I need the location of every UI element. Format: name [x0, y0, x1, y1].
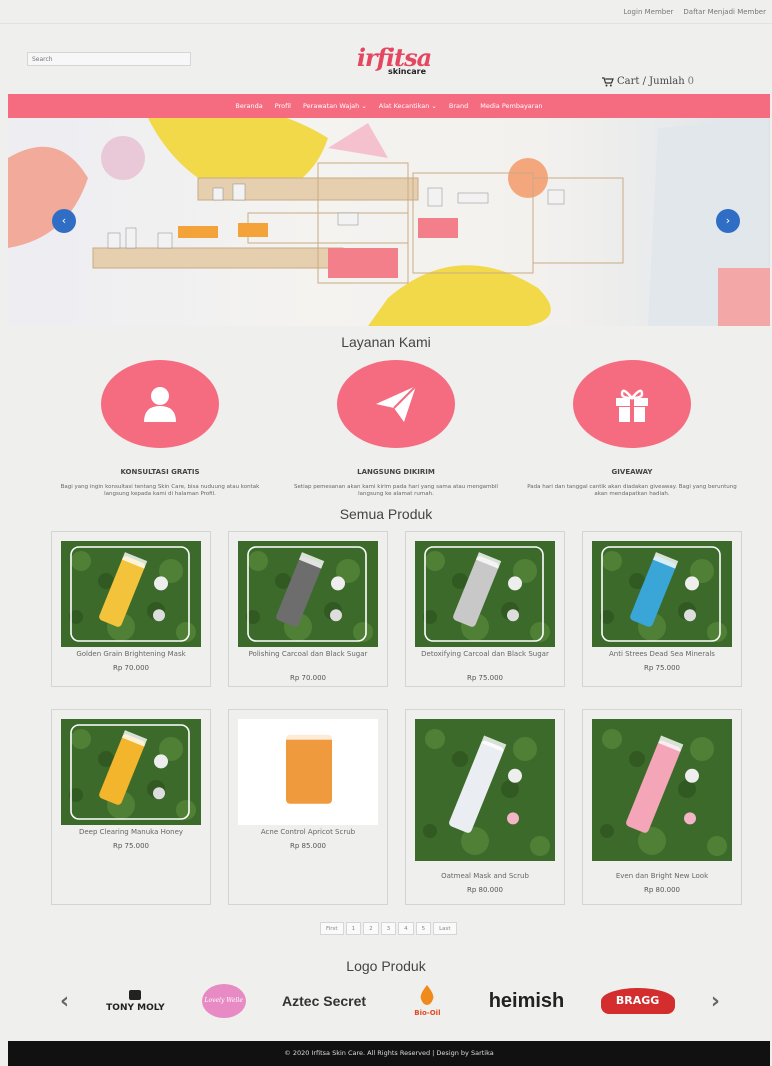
product-card[interactable]: Detoxifying Carcoal dan Black Sugar Rp 75…: [405, 531, 565, 687]
product-image[interactable]: [61, 719, 201, 825]
nav-item-media-pembayaran[interactable]: Media Pembayaran: [480, 102, 542, 110]
product-card[interactable]: Acne Control Apricot Scrub Rp 85.000: [228, 709, 388, 905]
service-circle: [573, 360, 691, 448]
brand-logo-bragg[interactable]: BRAGG: [600, 988, 675, 1014]
nav-item-brand[interactable]: Brand: [449, 102, 468, 110]
product-card[interactable]: Golden Grain Brightening Mask Rp 70.000: [51, 531, 211, 687]
product-card[interactable]: Even dan Bright New Look Rp 80.000: [582, 709, 742, 905]
product-image[interactable]: [238, 719, 378, 825]
brand-logo-bio-oil[interactable]: Bio-Oil: [402, 985, 452, 1017]
product-image[interactable]: [61, 541, 201, 647]
service-title: GIVEAWAY: [611, 468, 653, 476]
page-last[interactable]: Last: [433, 922, 457, 935]
tony-moly-icon: [129, 990, 142, 1000]
main-nav: Beranda Profil Perawatan Wajah ⌄ Alat Ke…: [8, 94, 770, 118]
brand-prev-arrow[interactable]: ‹: [60, 989, 69, 1014]
product-name[interactable]: Golden Grain Brightening Mask: [56, 650, 206, 659]
service-circle: [101, 360, 219, 448]
product-card[interactable]: Deep Clearing Manuka Honey Rp 75.000: [51, 709, 211, 905]
brand-logo-lovely-welle[interactable]: Lovely Welle: [201, 984, 246, 1018]
service-desc: Pada hari dan tanggal cantik akan diadak…: [527, 484, 737, 498]
gift-icon: [616, 389, 648, 422]
product-image[interactable]: [415, 541, 555, 647]
user-icon: [144, 387, 176, 422]
oil-drop-icon: [420, 985, 434, 1005]
product-image[interactable]: [592, 719, 732, 861]
product-image[interactable]: [415, 719, 555, 861]
page-3[interactable]: 3: [380, 922, 397, 935]
site-logo[interactable]: irfitsa skincare: [344, 45, 444, 85]
brand-logo-aztec-secret[interactable]: Aztec Secret: [282, 993, 366, 1009]
service-giveaway: GIVEAWAY Pada hari dan tanggal cantik ak…: [512, 360, 752, 499]
product-price: Rp 75.000: [466, 674, 504, 682]
hero-store-image: [8, 118, 770, 326]
hero-prev-arrow[interactable]: ‹: [52, 209, 76, 233]
cart-label: Cart / Jumlah: [617, 76, 685, 87]
nav-item-perawatan-wajah[interactable]: Perawatan Wajah ⌄: [303, 102, 367, 110]
search-input[interactable]: [27, 52, 191, 66]
product-price: Rp 80.000: [466, 886, 504, 894]
products-heading: Semua Produk: [339, 506, 433, 522]
product-price: Rp 75.000: [643, 664, 681, 672]
product-image[interactable]: [238, 541, 378, 647]
brand-logos-heading: Logo Produk: [346, 958, 426, 974]
product-name[interactable]: Oatmeal Mask and Scrub: [410, 872, 560, 881]
nav-item-alat-kecantikan[interactable]: Alat Kecantikan ⌄: [379, 102, 437, 110]
services-heading: Layanan Kami: [341, 334, 431, 350]
product-price: Rp 70.000: [112, 664, 150, 672]
nav-item-profil[interactable]: Profil: [275, 102, 291, 110]
product-name[interactable]: Deep Clearing Manuka Honey: [56, 828, 206, 837]
page-5[interactable]: 5: [415, 922, 432, 935]
site-footer: © 2020 Irfitsa Skin Care. All Rights Res…: [8, 1041, 770, 1066]
brand-next-arrow[interactable]: ›: [711, 989, 720, 1014]
service-title: KONSULTASI GRATIS: [120, 468, 200, 476]
product-price: Rp 75.000: [112, 842, 150, 850]
login-member-link[interactable]: Login Member: [624, 8, 674, 16]
service-langsung-dikirim: LANGSUNG DIKIRIM Setiap pemesanan akan k…: [276, 360, 516, 499]
brand-carousel: ‹ TONY MOLY Lovely Welle Aztec Secret Bi…: [60, 980, 720, 1022]
page-2[interactable]: 2: [363, 922, 379, 935]
brand-name: TONY MOLY: [106, 1003, 165, 1013]
hero-slider: ‹ ›: [8, 118, 770, 326]
cart-count: 0: [687, 76, 695, 87]
service-circle: [337, 360, 455, 448]
site-header: irfitsa skincare Cart / Jumlah 0: [0, 24, 772, 94]
top-bar: Login Member Daftar Menjadi Member: [0, 0, 772, 24]
product-name[interactable]: Polishing Carcoal dan Black Sugar: [233, 650, 383, 659]
product-name[interactable]: Even dan Bright New Look: [587, 872, 737, 881]
page-first[interactable]: First: [320, 922, 344, 935]
page-4[interactable]: 4: [398, 922, 414, 935]
product-name[interactable]: Detoxifying Carcoal dan Black Sugar: [410, 650, 560, 659]
brand-name: Bio-Oil: [414, 1009, 441, 1017]
pagination: First 1 2 3 4 5 Last: [320, 922, 457, 935]
product-price: Rp 85.000: [289, 842, 327, 850]
brand-logo-heimish[interactable]: heimish: [489, 990, 565, 1013]
service-title: LANGSUNG DIKIRIM: [357, 468, 435, 476]
cart-link[interactable]: Cart / Jumlah 0: [602, 76, 694, 87]
product-price: Rp 80.000: [643, 886, 681, 894]
cart-icon: [602, 76, 614, 86]
product-card[interactable]: Polishing Carcoal dan Black Sugar Rp 70.0…: [228, 531, 388, 687]
hero-next-arrow[interactable]: ›: [716, 209, 740, 233]
product-card[interactable]: Oatmeal Mask and Scrub Rp 80.000: [405, 709, 565, 905]
product-image[interactable]: [592, 541, 732, 647]
product-price: Rp 70.000: [289, 674, 327, 682]
register-member-link[interactable]: Daftar Menjadi Member: [683, 8, 766, 16]
page-1[interactable]: 1: [345, 922, 362, 935]
product-card[interactable]: Anti Strees Dead Sea Minerals Rp 75.000: [582, 531, 742, 687]
service-desc: Setiap pemesanan akan kami kirim pada ha…: [294, 484, 498, 498]
brand-logo-tony-moly[interactable]: TONY MOLY: [105, 989, 165, 1013]
service-konsultasi: KONSULTASI GRATIS Bagi yang ingin konsul…: [40, 360, 280, 499]
product-name[interactable]: Acne Control Apricot Scrub: [233, 828, 383, 837]
product-name[interactable]: Anti Strees Dead Sea Minerals: [587, 650, 737, 659]
service-desc: Bagi yang ingin konsultasi tentang Skin …: [60, 484, 260, 498]
paper-plane-icon: [376, 385, 417, 422]
nav-item-beranda[interactable]: Beranda: [235, 102, 262, 110]
